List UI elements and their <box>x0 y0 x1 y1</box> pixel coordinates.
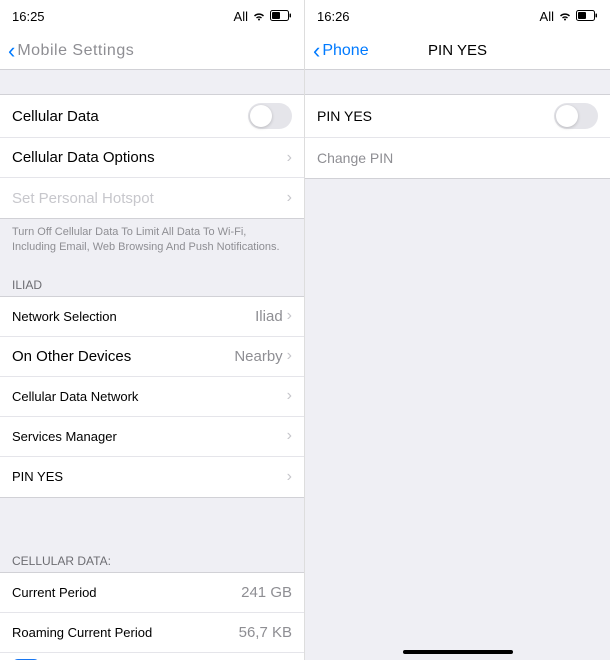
hotspot-label: Set Personal Hotspot <box>12 190 154 207</box>
nav-title: PIN YES <box>428 42 487 59</box>
current-period-value: 241 GB <box>241 584 292 601</box>
chevron-left-icon: ‹ <box>313 38 320 64</box>
hotspot-row[interactable]: Set Personal Hotspot › <box>0 178 304 218</box>
app-row-facebook[interactable]: f Facebook 72,8 GB <box>0 653 304 660</box>
nav-back-text: Phone <box>322 42 368 60</box>
home-indicator[interactable] <box>403 650 513 654</box>
nav-bar: ‹ Phone PIN YES <box>305 32 610 70</box>
other-devices-row[interactable]: On Other Devices Nearby › <box>0 337 304 377</box>
chevron-right-icon: › <box>287 468 292 486</box>
wifi-icon <box>252 9 266 24</box>
other-devices-value: Nearby <box>234 348 282 365</box>
roaming-period-label: Roaming Current Period <box>12 625 152 640</box>
back-button[interactable]: ‹ Phone <box>313 38 369 64</box>
change-pin-row[interactable]: Change PIN <box>305 138 610 178</box>
battery-icon <box>270 9 292 24</box>
status-label: All <box>540 9 554 24</box>
chevron-right-icon: › <box>287 427 292 445</box>
back-button[interactable]: ‹ Mobile Settings <box>8 38 134 64</box>
network-selection-value: Iliad <box>255 308 283 325</box>
pin-yes-label: PIN YES <box>317 108 372 124</box>
network-selection-label: Network Selection <box>12 309 117 324</box>
roaming-period-row: Roaming Current Period 56,7 KB <box>0 613 304 653</box>
status-bar: 16:26 All <box>305 0 610 32</box>
cellular-data-toggle[interactable] <box>248 103 292 129</box>
status-right: All <box>540 9 598 24</box>
battery-icon <box>576 9 598 24</box>
nav-bar: ‹ Mobile Settings <box>0 32 304 70</box>
other-devices-label: On Other Devices <box>12 348 131 365</box>
services-manager-row[interactable]: Services Manager › <box>0 417 304 457</box>
cellular-network-row[interactable]: Cellular Data Network › <box>0 377 304 417</box>
services-manager-label: Services Manager <box>12 429 117 444</box>
change-pin-label: Change PIN <box>317 150 393 166</box>
data-header: CELLULAR DATA: <box>0 538 304 572</box>
chevron-right-icon: › <box>287 347 292 365</box>
pin-screen: 16:26 All ‹ Phone PIN YES PIN YES Change… <box>305 0 610 660</box>
status-right: All <box>234 9 292 24</box>
current-period-label: Current Period <box>12 585 97 600</box>
status-bar: 16:25 All <box>0 0 304 32</box>
status-label: All <box>234 9 248 24</box>
pin-yes-toggle-row[interactable]: PIN YES <box>305 95 610 138</box>
chevron-right-icon: › <box>287 387 292 405</box>
cellular-options-label: Cellular Data Options <box>12 149 155 166</box>
roaming-period-value: 56,7 KB <box>239 624 292 641</box>
settings-screen: 16:25 All ‹ Mobile Settings Cellular Dat… <box>0 0 305 660</box>
cellular-options-row[interactable]: Cellular Data Options › <box>0 138 304 178</box>
carrier-header: ILIAD <box>0 262 304 296</box>
wifi-icon <box>558 9 572 24</box>
status-time: 16:25 <box>12 9 45 24</box>
cellular-footer: Turn Off Cellular Data To Limit All Data… <box>0 219 304 262</box>
cellular-data-label: Cellular Data <box>12 108 99 125</box>
chevron-right-icon: › <box>287 189 292 207</box>
pin-yes-label: PIN YES <box>12 469 63 484</box>
cellular-data-row[interactable]: Cellular Data <box>0 95 304 138</box>
chevron-left-icon: ‹ <box>8 38 15 64</box>
pin-yes-row[interactable]: PIN YES › <box>0 457 304 497</box>
status-time: 16:26 <box>317 9 350 24</box>
chevron-right-icon: › <box>287 307 292 325</box>
current-period-row: Current Period 241 GB <box>0 573 304 613</box>
network-selection-row[interactable]: Network Selection Iliad› <box>0 297 304 337</box>
nav-back-text: Mobile Settings <box>17 42 134 60</box>
chevron-right-icon: › <box>287 149 292 167</box>
pin-yes-toggle[interactable] <box>554 103 598 129</box>
cellular-network-label: Cellular Data Network <box>12 389 138 404</box>
